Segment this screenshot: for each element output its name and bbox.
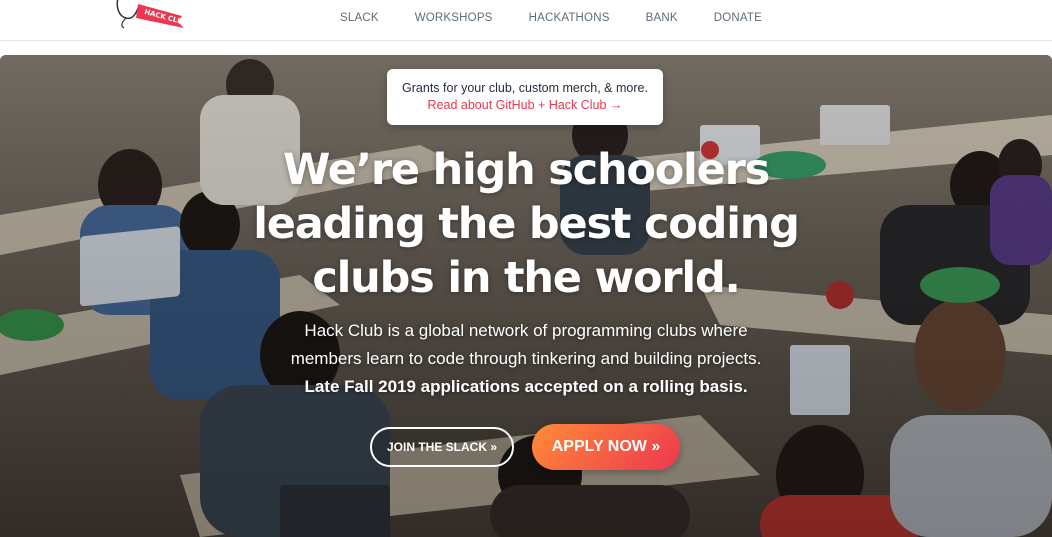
nav-bank[interactable]: BANK — [646, 12, 678, 24]
nav-workshops[interactable]: WORKSHOPS — [415, 12, 493, 24]
join-slack-button[interactable]: JOIN THE SLACK » — [370, 427, 514, 467]
announcement-card[interactable]: Grants for your club, custom merch, & mo… — [387, 69, 663, 125]
headline-line-1: We’re high schoolers — [283, 145, 770, 195]
nav-links: SLACK WORKSHOPS HACKATHONS BANK DONATE — [340, 12, 798, 24]
headline-line-2: leading the best coding — [253, 199, 800, 249]
apply-now-button[interactable]: APPLY NOW » — [532, 424, 680, 470]
applications-callout: Late Fall 2019 applications accepted on … — [304, 377, 748, 396]
headline-line-3: clubs in the world. — [312, 253, 741, 303]
hero-subtext: Hack Club is a global network of program… — [200, 317, 852, 401]
nav-hackathons[interactable]: HACKATHONS — [529, 12, 610, 24]
announcement-text: Grants for your club, custom merch, & mo… — [402, 81, 648, 95]
subtext-line-2: members learn to code through tinkering … — [290, 349, 762, 368]
subtext-line-1: Hack Club is a global network of program… — [304, 321, 748, 340]
hero-section: Grants for your club, custom merch, & mo… — [0, 55, 1052, 537]
hack-club-flag-logo[interactable]: HACK CLUB — [112, 0, 192, 34]
top-nav: HACK CLUB SLACK WORKSHOPS HACKATHONS BAN… — [0, 0, 1052, 41]
nav-slack[interactable]: SLACK — [340, 12, 379, 24]
announcement-link[interactable]: Read about GitHub + Hack Club → — [387, 97, 663, 114]
nav-donate[interactable]: DONATE — [714, 12, 762, 24]
hero-headline: We’re high schoolers leading the best co… — [200, 143, 852, 305]
